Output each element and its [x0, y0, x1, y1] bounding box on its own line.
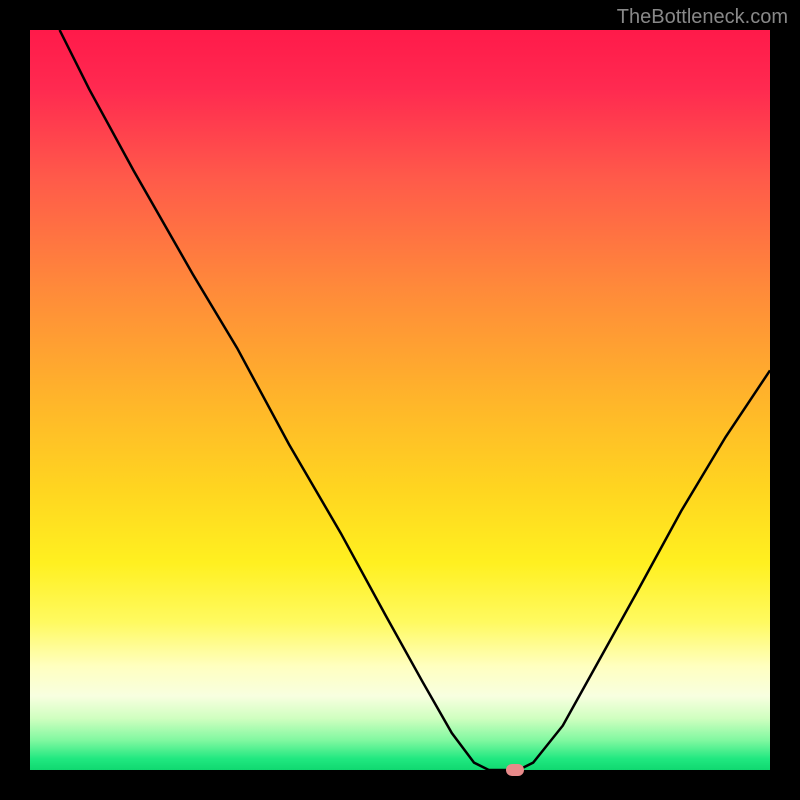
optimal-point-marker: [506, 764, 524, 776]
chart-svg: [30, 30, 770, 770]
gradient-background: [30, 30, 770, 770]
watermark-text: TheBottleneck.com: [617, 6, 788, 29]
plot-area: [30, 30, 770, 770]
